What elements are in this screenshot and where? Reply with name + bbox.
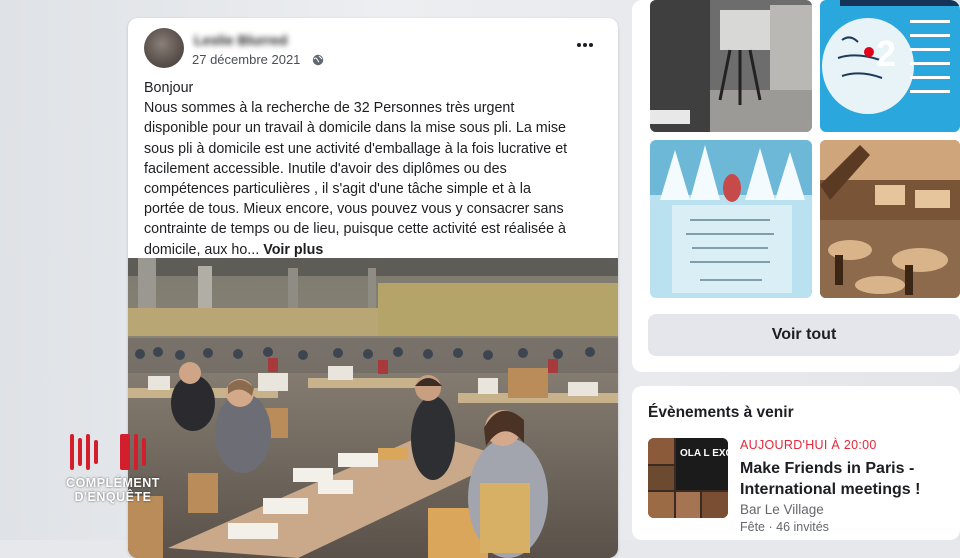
show-title-line1: COMPLÉMENT xyxy=(66,476,160,490)
photo-thumbnail[interactable] xyxy=(650,0,812,132)
author-name[interactable]: Leslie Blurred xyxy=(194,32,287,48)
post-text-line: compétences particulières , il s'agit d'… xyxy=(144,181,531,198)
photo-thumbnail[interactable] xyxy=(820,140,960,298)
event-date: AUJOURD'HUI À 20:00 xyxy=(740,438,877,452)
post-text: Bonjour Nous sommes à la recherche de 32… xyxy=(144,78,606,260)
show-title-line2: D'ENQUÊTE xyxy=(74,490,152,504)
more-options-icon[interactable] xyxy=(574,40,596,50)
post-text-line: sous pli à domicile est une activité d'e… xyxy=(144,140,568,157)
post-date[interactable]: 27 décembre 2021 xyxy=(192,52,300,67)
events-card: Évènements à venir OLA L EXCHAN AUJOURD'… xyxy=(632,386,960,540)
globe-icon xyxy=(312,54,324,66)
right-column: Voir tout Évènements à venir OLA L EXCHA… xyxy=(632,0,960,540)
post-text-truncated: domicile, aux ho... xyxy=(144,241,260,258)
post-photo[interactable] xyxy=(128,258,618,558)
post-text-line: facilement accessible. Inutile d'avoir d… xyxy=(144,160,507,177)
author-avatar[interactable] xyxy=(144,28,184,68)
post-text-line: Bonjour xyxy=(144,80,194,96)
event-venue[interactable]: Bar Le Village xyxy=(740,502,824,517)
photos-card: Voir tout xyxy=(632,0,960,372)
complement-denquete-logo: COMPLÉMENT D'ENQUÊTE xyxy=(54,430,172,510)
france2-logo: 2 xyxy=(864,33,896,72)
see-all-photos-button[interactable]: Voir tout xyxy=(648,314,960,356)
post-text-line: contrainte de temps ou de lieu, puisque … xyxy=(144,221,567,238)
post-text-line: Nous sommes à la recherche de 32 Personn… xyxy=(144,100,515,117)
post-text-line: portée de tous. Mieux encore, vous pouve… xyxy=(144,201,564,218)
see-more-link[interactable]: Voir plus xyxy=(263,242,323,258)
show-logo-mark xyxy=(70,434,146,470)
events-section-title: Évènements à venir xyxy=(648,404,794,421)
post-card: Leslie Blurred 27 décembre 2021 Bonjour … xyxy=(128,18,618,558)
event-title[interactable]: Make Friends in Paris - International me… xyxy=(740,458,955,500)
show-logo-text: COMPLÉMENT D'ENQUÊTE xyxy=(54,476,172,504)
photo-thumbnail[interactable] xyxy=(650,140,812,298)
event-meta: Fête · 46 invités xyxy=(740,520,829,534)
event-thumb-text: OLA L EXCHAN xyxy=(680,448,728,459)
event-thumbnail[interactable]: OLA L EXCHAN xyxy=(648,438,728,518)
post-header: Leslie Blurred 27 décembre 2021 xyxy=(128,18,618,78)
post-text-line: disponible pour un travail à domicile da… xyxy=(144,120,566,137)
channel-number: 2 xyxy=(876,33,896,72)
post-text-last-line: domicile, aux ho... Voir plus xyxy=(144,240,606,260)
